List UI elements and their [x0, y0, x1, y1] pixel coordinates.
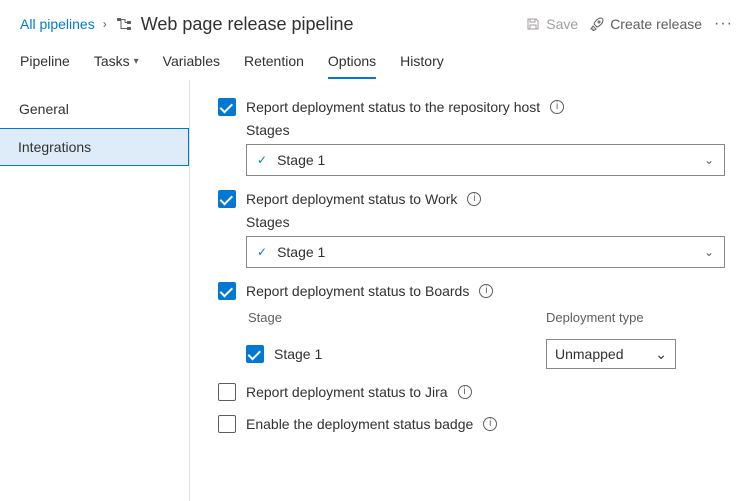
tab-variables[interactable]: Variables	[163, 47, 220, 79]
boards-table-header: Stage Deployment type	[246, 310, 725, 325]
tab-label: Retention	[244, 53, 304, 69]
label-work: Report deployment status to Work	[246, 191, 457, 207]
tab-pipeline[interactable]: Pipeline	[20, 47, 70, 79]
create-release-button[interactable]: Create release	[590, 16, 702, 32]
boards-table-row: Stage 1 Unmapped ⌄	[246, 339, 725, 369]
label-badge: Enable the deployment status badge	[246, 416, 473, 432]
stages-dropdown-work[interactable]: ✓ Stage 1 ⌄	[246, 236, 725, 268]
col-stage: Stage	[246, 310, 546, 325]
dropdown-value: Stage 1	[277, 152, 704, 168]
header: All pipelines › Web page release pipelin…	[0, 0, 753, 44]
tab-label: Options	[328, 53, 376, 69]
save-label: Save	[546, 16, 578, 32]
integrations-content: Report deployment status to the reposito…	[190, 80, 753, 501]
check-icon: ✓	[257, 245, 267, 259]
checkbox-work[interactable]	[218, 190, 236, 208]
save-button[interactable]: Save	[526, 16, 578, 32]
info-icon[interactable]: i	[467, 192, 481, 206]
stages-dropdown-repo-host[interactable]: ✓ Stage 1 ⌄	[246, 144, 725, 176]
label-boards: Report deployment status to Boards	[246, 283, 469, 299]
check-icon: ✓	[257, 153, 267, 167]
chevron-right-icon: ›	[103, 17, 107, 31]
info-icon[interactable]: i	[550, 100, 564, 114]
sidebar-item-general[interactable]: General	[0, 90, 189, 128]
tab-label: Tasks	[94, 53, 130, 69]
page-title: Web page release pipeline	[141, 14, 354, 35]
sidebar-item-integrations[interactable]: Integrations	[0, 128, 189, 166]
checkbox-badge[interactable]	[218, 415, 236, 433]
tab-tasks[interactable]: Tasks ▾	[94, 47, 139, 79]
chevron-down-icon: ⌄	[704, 153, 714, 167]
checkbox-jira[interactable]	[218, 383, 236, 401]
deployment-type-select[interactable]: Unmapped ⌄	[546, 339, 676, 369]
create-release-label: Create release	[610, 16, 702, 32]
row-stage-name: Stage 1	[274, 346, 322, 362]
pipeline-icon	[115, 15, 133, 33]
label-jira: Report deployment status to Jira	[246, 384, 448, 400]
info-icon[interactable]: i	[483, 417, 497, 431]
more-actions-button[interactable]: ···	[714, 15, 733, 33]
option-jira: Report deployment status to Jira i	[218, 383, 725, 401]
chevron-down-icon: ⌄	[704, 245, 714, 259]
chevron-down-icon: ▾	[134, 56, 139, 67]
tab-history[interactable]: History	[400, 47, 444, 79]
checkbox-stage-row[interactable]	[246, 345, 264, 363]
stages-label: Stages	[246, 214, 725, 230]
dropdown-value: Stage 1	[277, 244, 704, 260]
tab-label: Pipeline	[20, 53, 70, 69]
select-value: Unmapped	[555, 346, 649, 362]
checkbox-boards[interactable]	[218, 282, 236, 300]
info-icon[interactable]: i	[458, 385, 472, 399]
checkbox-repo-host[interactable]	[218, 98, 236, 116]
tab-label: Variables	[163, 53, 220, 69]
option-work: Report deployment status to Work i Stage…	[218, 190, 725, 268]
rocket-icon	[590, 17, 604, 31]
tab-options[interactable]: Options	[328, 47, 376, 79]
option-repo-host: Report deployment status to the reposito…	[218, 98, 725, 176]
tab-retention[interactable]: Retention	[244, 47, 304, 79]
tab-bar: Pipeline Tasks ▾ Variables Retention Opti…	[0, 44, 753, 80]
breadcrumb-parent-link[interactable]: All pipelines	[20, 16, 95, 32]
label-repo-host: Report deployment status to the reposito…	[246, 99, 540, 115]
options-sidebar: General Integrations	[0, 80, 190, 501]
stages-label: Stages	[246, 122, 725, 138]
option-badge: Enable the deployment status badge i	[218, 415, 725, 433]
option-boards: Report deployment status to Boards i Sta…	[218, 282, 725, 369]
chevron-down-icon: ⌄	[655, 346, 667, 363]
info-icon[interactable]: i	[479, 284, 493, 298]
save-icon	[526, 17, 540, 31]
col-deployment-type: Deployment type	[546, 310, 725, 325]
tab-label: History	[400, 53, 444, 69]
